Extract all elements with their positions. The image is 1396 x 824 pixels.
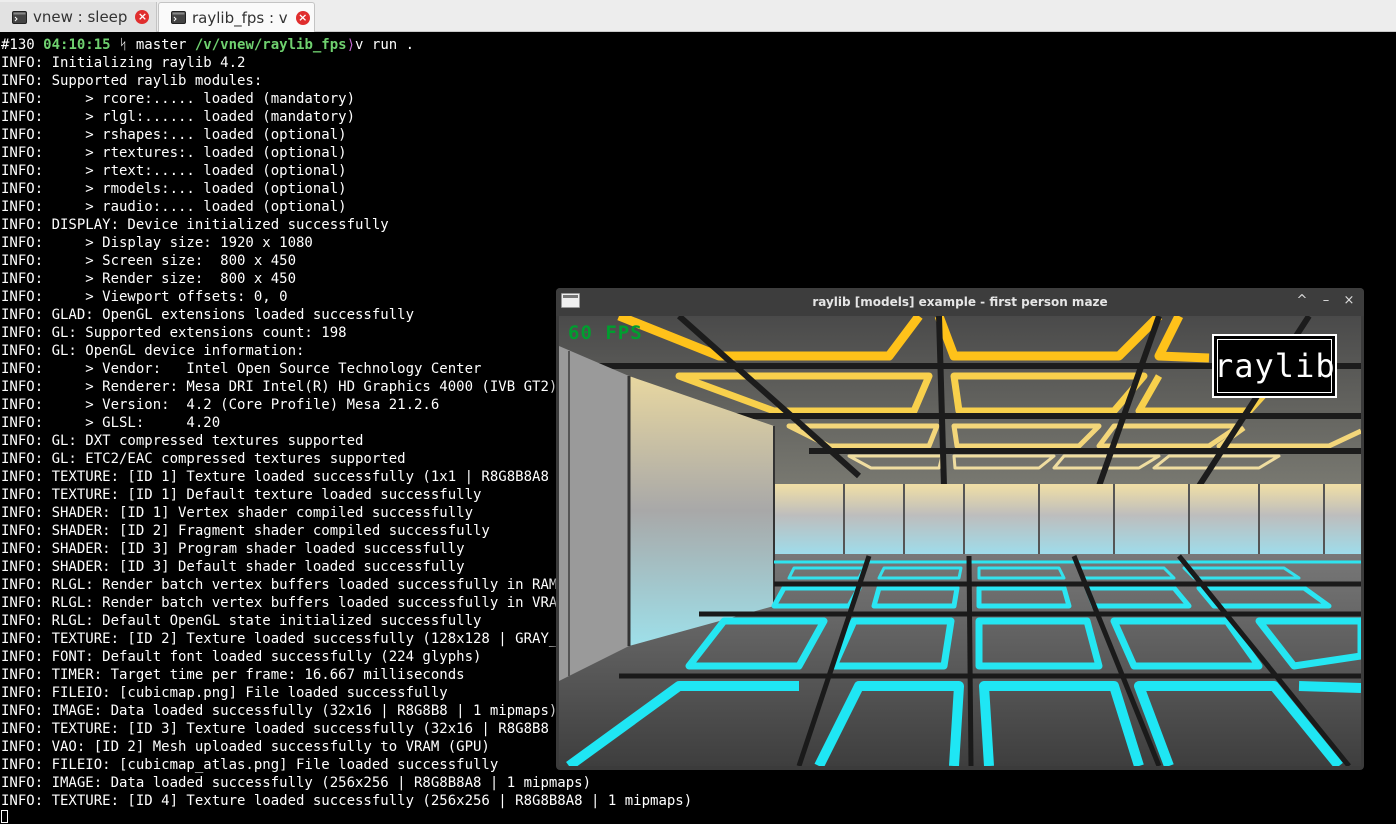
log-line: INFO: Initializing raylib 4.2 bbox=[1, 55, 246, 71]
log-line: INFO: IMAGE: Data loaded successfully (3… bbox=[1, 703, 558, 719]
log-line: INFO: FILEIO: [cubicmap_atlas.png] File … bbox=[1, 757, 499, 773]
prompt-number: #130 bbox=[1, 37, 35, 53]
raylib-logo: raylib bbox=[1212, 334, 1337, 398]
close-icon[interactable]: × bbox=[295, 10, 310, 25]
raylib-window[interactable]: raylib [models] example - first person m… bbox=[556, 288, 1364, 770]
log-line: INFO: > rmodels:... loaded (optional) bbox=[1, 181, 347, 197]
log-line: INFO: TEXTURE: [ID 3] Texture loaded suc… bbox=[1, 721, 583, 737]
log-line: INFO: TEXTURE: [ID 1] Default texture lo… bbox=[1, 487, 482, 503]
tab-label: raylib_fps : v bbox=[192, 8, 288, 27]
prompt-time: 04:10:15 bbox=[43, 37, 111, 53]
log-line: INFO: IMAGE: Data loaded successfully (2… bbox=[1, 775, 592, 791]
log-line: INFO: > raudio:.... loaded (optional) bbox=[1, 199, 347, 215]
log-line: INFO: TEXTURE: [ID 4] Texture loaded suc… bbox=[1, 793, 693, 809]
log-line: INFO: > Viewport offsets: 0, 0 bbox=[1, 289, 288, 305]
log-line: INFO: > rshapes:... loaded (optional) bbox=[1, 127, 347, 143]
log-line: INFO: GL: DXT compressed textures suppor… bbox=[1, 433, 364, 449]
log-line: INFO: > Version: 4.2 (Core Profile) Mesa… bbox=[1, 397, 440, 413]
close-button[interactable]: × bbox=[1342, 294, 1356, 308]
close-icon[interactable]: × bbox=[135, 10, 150, 24]
log-line: INFO: Supported raylib modules: bbox=[1, 73, 263, 89]
prompt-command: v run . bbox=[355, 37, 415, 53]
window-titlebar[interactable]: raylib [models] example - first person m… bbox=[556, 288, 1364, 316]
log-line: INFO: FONT: Default font loaded successf… bbox=[1, 649, 482, 665]
log-line: INFO: > Screen size: 800 x 450 bbox=[1, 253, 297, 269]
log-line: INFO: GL: OpenGL device information: bbox=[1, 343, 305, 359]
log-line: INFO: SHADER: [ID 1] Vertex shader compi… bbox=[1, 505, 474, 521]
log-line: INFO: > rtextures:. loaded (optional) bbox=[1, 145, 347, 161]
log-line: INFO: SHADER: [ID 3] Program shader load… bbox=[1, 541, 465, 557]
log-line: INFO: > Render size: 800 x 450 bbox=[1, 271, 297, 287]
tab-bar: vnew : sleep × raylib_fps : v × bbox=[0, 0, 1396, 32]
minimize-button[interactable]: – bbox=[1319, 294, 1333, 308]
log-line: INFO: TIMER: Target time per frame: 16.6… bbox=[1, 667, 465, 683]
log-line: INFO: > rlgl:...... loaded (mandatory) bbox=[1, 109, 356, 125]
log-line: INFO: > Display size: 1920 x 1080 bbox=[1, 235, 313, 251]
log-line: INFO: GLAD: OpenGL extensions loaded suc… bbox=[1, 307, 415, 323]
back-wall bbox=[774, 484, 1361, 554]
log-line: INFO: DISPLAY: Device initialized succes… bbox=[1, 217, 389, 233]
log-line: INFO: GL: Supported extensions count: 19… bbox=[1, 325, 347, 341]
log-line: INFO: SHADER: [ID 2] Fragment shader com… bbox=[1, 523, 490, 539]
log-line: INFO: RLGL: Render batch vertex buffers … bbox=[1, 577, 592, 593]
log-line: INFO: > rtext:..... loaded (optional) bbox=[1, 163, 347, 179]
prompt-line: #130 04:10:15 ᛋ master /v/vnew/raylib_fp… bbox=[1, 36, 414, 54]
tab-label: vnew : sleep bbox=[33, 8, 128, 26]
log-line: INFO: FILEIO: [cubicmap.png] File loaded… bbox=[1, 685, 448, 701]
log-line: INFO: TEXTURE: [ID 2] Texture loaded suc… bbox=[1, 631, 592, 647]
tab-vnew-sleep[interactable]: vnew : sleep × bbox=[0, 2, 157, 32]
log-line: INFO: > GLSL: 4.20 bbox=[1, 415, 221, 431]
raylib-logo-text: raylib bbox=[1214, 347, 1336, 385]
log-line: INFO: TEXTURE: [ID 1] Texture loaded suc… bbox=[1, 469, 583, 485]
terminal-icon bbox=[171, 11, 186, 24]
tab-raylib-fps[interactable]: raylib_fps : v × bbox=[158, 2, 315, 32]
log-line: INFO: RLGL: Render batch vertex buffers … bbox=[1, 595, 592, 611]
terminal-cursor bbox=[1, 810, 8, 823]
log-line: INFO: > Vendor: Intel Open Source Techno… bbox=[1, 361, 482, 377]
log-line: INFO: GL: ETC2/EAC compressed textures s… bbox=[1, 451, 406, 467]
fps-counter: 60 FPS bbox=[568, 322, 643, 344]
prompt-branch: ᛋ master bbox=[119, 37, 187, 53]
log-line: INFO: RLGL: Default OpenGL state initial… bbox=[1, 613, 482, 629]
log-line: INFO: > Renderer: Mesa DRI Intel(R) HD G… bbox=[1, 379, 558, 395]
prompt-arrow: ⟩ bbox=[346, 37, 356, 53]
log-line: INFO: VAO: [ID 2] Mesh uploaded successf… bbox=[1, 739, 490, 755]
log-line: INFO: SHADER: [ID 3] Default shader load… bbox=[1, 559, 465, 575]
collapse-button[interactable]: ^ bbox=[1295, 294, 1309, 308]
log-line: INFO: > rcore:..... loaded (mandatory) bbox=[1, 91, 356, 107]
window-title: raylib [models] example - first person m… bbox=[812, 295, 1108, 309]
prompt-path: /v/vnew/raylib_fps bbox=[194, 37, 347, 53]
terminal-icon bbox=[12, 10, 27, 24]
